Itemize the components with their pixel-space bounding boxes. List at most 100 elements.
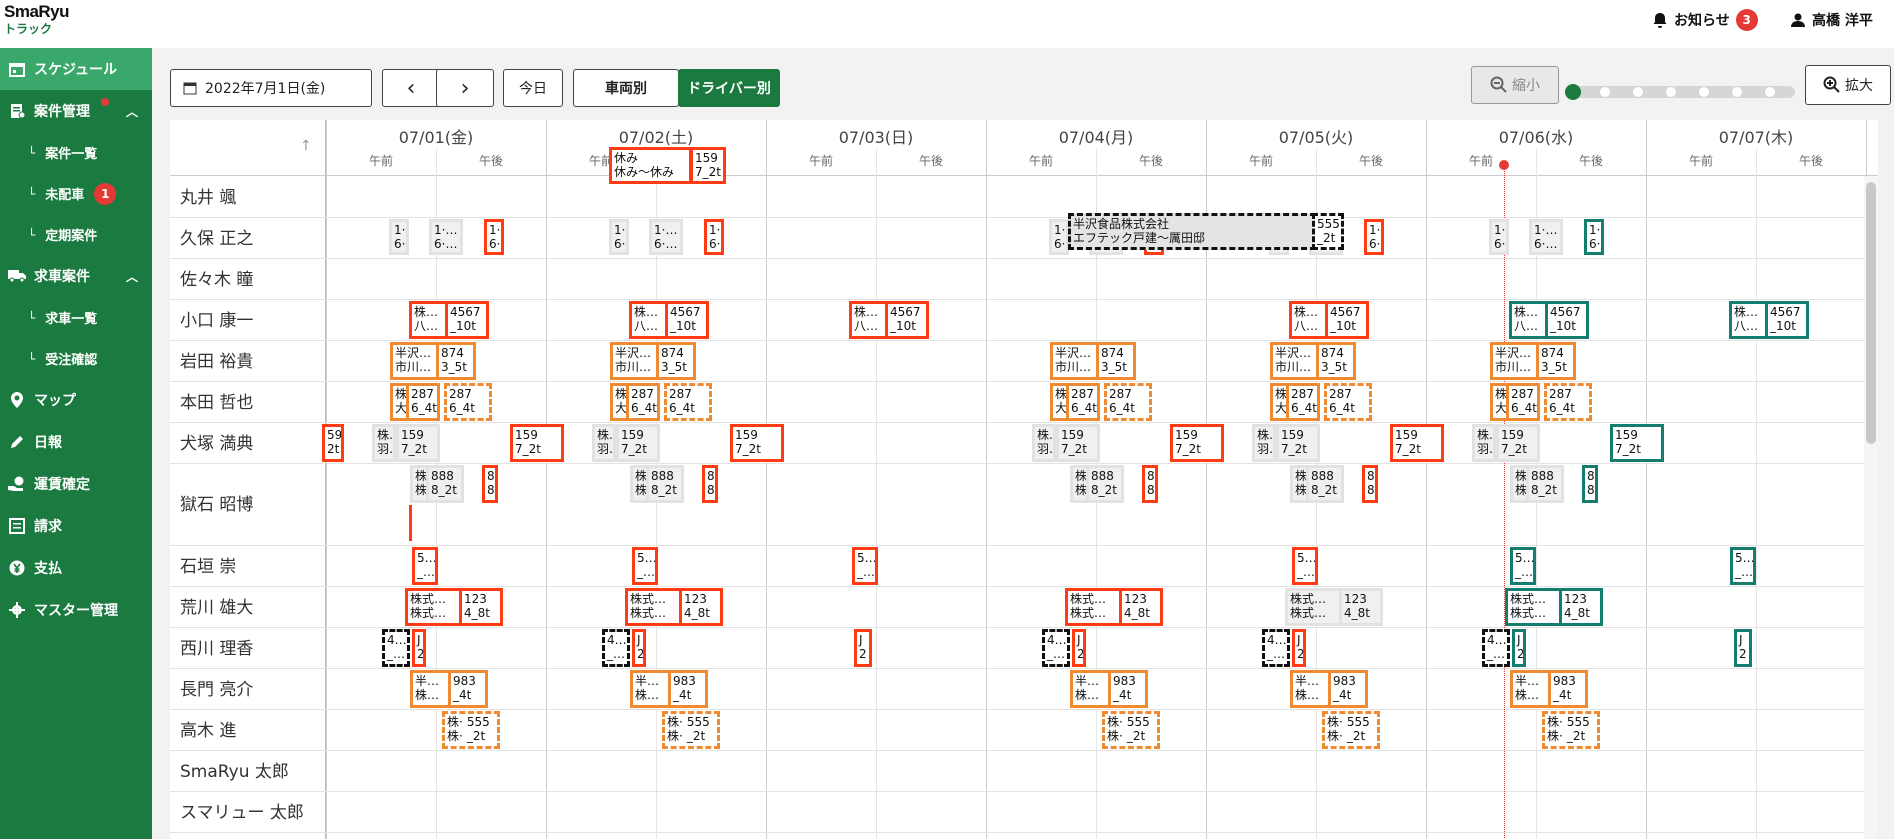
event-block[interactable]: 株…羽… [1472,424,1496,462]
event-block[interactable]: 159 7_2t [730,424,784,462]
event-block[interactable]: 株…羽… [1252,424,1276,462]
event-block[interactable]: 1·6· [1489,219,1509,255]
event-block[interactable]: J2 [632,629,646,667]
event-block[interactable]: 123 4_8t [1559,588,1603,626]
event-block[interactable]: 874 3_5t [656,342,696,380]
sidebar-item-truck-request[interactable]: 求車案件 ︿ [0,255,152,297]
event-block[interactable]: 5… _… [1510,547,1536,585]
event-block[interactable]: 874 3_5t [1316,342,1356,380]
event-block[interactable]: 半… 株… [410,670,452,708]
event-block[interactable]: 287 6_4t [1324,383,1372,421]
event-block[interactable]: 5… _… [1292,547,1318,585]
by-vehicle-tab[interactable]: 車両別 [573,69,679,107]
event-block[interactable]: 888 8_2t [426,465,464,503]
event-block[interactable]: 287 6_4t [1544,383,1592,421]
event-block[interactable]: 株… 八… [849,301,889,339]
driver-name[interactable]: 久保 正之 [180,224,253,249]
event-block[interactable]: J2 [412,629,426,667]
event-block[interactable]: 159 7_2t [616,424,660,462]
event-block[interactable]: 983 _4t [448,670,488,708]
event-block[interactable]: 983 _4t [1548,670,1588,708]
event-block[interactable]: 1·…6·… [1529,219,1563,255]
notice-link[interactable]: お知らせ 3 [1652,8,1758,32]
slider-knob[interactable] [1565,84,1581,100]
event-block[interactable]: 株… 八… [1729,301,1769,339]
event-block[interactable]: 159 7_2t [1390,424,1444,462]
zoom-out-button[interactable]: 縮小 [1471,66,1559,104]
sidebar-item-map[interactable]: マップ [0,379,152,421]
sidebar-item-case-list[interactable]: └ 案件一覧 [0,132,152,173]
event-block[interactable]: 287 6_4t [626,383,660,421]
event-block[interactable]: 株式… 株式… [625,588,683,626]
driver-name[interactable]: 本田 哲也 [180,388,253,413]
event-block[interactable]: 株式… 株式… [405,588,463,626]
driver-name[interactable]: 荒川 雄大 [180,593,253,618]
today-button[interactable]: 今日 [503,69,563,107]
event-block[interactable]: J2 [1292,629,1306,667]
event-block[interactable]: 4… _… [602,629,630,667]
next-button[interactable]: › [436,69,494,107]
sidebar-item-regular-case[interactable]: └ 定期案件 [0,214,152,255]
event-block[interactable]: 287 6_4t [1104,383,1152,421]
zoom-slider[interactable] [1565,84,1795,100]
event-block[interactable]: 555 _2t [1312,213,1344,250]
event-block[interactable]: 5… _… [412,547,438,585]
event-block[interactable]: 159 7_2t [1056,424,1100,462]
event-block[interactable]: 888 8_2t [1526,465,1564,503]
event-block[interactable]: 123 4_8t [1119,588,1163,626]
event-block[interactable]: 4… _… [1262,629,1290,667]
event-block[interactable]: 半沢… 市川… [390,342,440,380]
event-block[interactable]: J2 [854,629,872,667]
event-block[interactable]: 159 7_2t [510,424,564,462]
event-block[interactable]: 123 4_8t [459,588,503,626]
event-block[interactable]: 株…羽… [592,424,616,462]
driver-name[interactable]: 佐々木 瞳 [180,265,253,290]
driver-name[interactable]: スマリュー 太郎 [180,798,304,823]
event-block[interactable]: 287 6_4t [664,383,712,421]
vertical-scrollbar[interactable] [1864,176,1878,839]
event-block[interactable]: 株…羽… [372,424,396,462]
sidebar-item-schedule[interactable]: スケジュール [0,48,152,90]
event-block[interactable]: 983 _4t [668,670,708,708]
event-block[interactable]: 287 6_4t [444,383,492,421]
event-block[interactable]: 1·6· [704,219,724,255]
prev-button[interactable]: ‹ [382,69,440,107]
sidebar-item-daily-report[interactable]: 日報 [0,421,152,463]
event-block[interactable]: 159 7_2t [1170,424,1224,462]
event-block[interactable]: 159 7_2t [1610,424,1664,462]
event-block[interactable]: 983 _4t [1328,670,1368,708]
app-logo[interactable]: SmaRyu トラック [4,2,104,44]
event-block[interactable]: 5… _… [632,547,658,585]
driver-name[interactable]: 石垣 崇 [180,552,236,577]
sidebar-item-undispatched[interactable]: └ 未配車 1 [0,173,152,214]
event-block[interactable]: 半沢… 市川… [1490,342,1540,380]
event-block[interactable]: J2 [1734,629,1752,667]
event-block[interactable]: 88 [1362,465,1378,503]
event-block[interactable]: 1·6· [1584,219,1604,255]
event-block[interactable]: 287 6_4t [406,383,440,421]
event-block[interactable]: 287 6_4t [1286,383,1320,421]
event-block[interactable]: 株… 八… [1509,301,1549,339]
event-block[interactable]: 半… 株… [1510,670,1552,708]
user-menu[interactable]: 高橋 洋平 [1790,8,1873,32]
sidebar-item-cases[interactable]: 案件管理 ︿ [0,90,152,132]
event-block[interactable]: 88 [1582,465,1598,503]
event-block[interactable]: 159 7_2t [1496,424,1540,462]
event-block[interactable]: 半沢… 市川… [610,342,660,380]
event-block[interactable]: 株· 株· 555 _2t [442,711,500,749]
event-block[interactable]: J2 [1512,629,1526,667]
event-block[interactable]: 159 7_2t [1276,424,1320,462]
event-block[interactable]: 1·6· [1364,219,1384,255]
event-block[interactable]: 1·6· [389,219,409,255]
driver-name[interactable]: 犬塚 満典 [180,429,253,454]
driver-name[interactable]: 小口 康一 [180,306,253,331]
event-block[interactable]: 株式… 株式… [1285,588,1343,626]
event-block[interactable]: 287 6_4t [1506,383,1540,421]
event-block[interactable]: 123 4_8t [679,588,723,626]
event-block[interactable]: 1·6· [1049,219,1069,255]
driver-name[interactable]: 丸井 颯 [180,183,236,208]
event-block[interactable]: 4567 _10t [445,301,489,339]
event-block[interactable]: 株…羽… [1032,424,1056,462]
event-block[interactable]: 株· 株· 555 _2t [1322,711,1380,749]
event-block[interactable]: 株式… 株式… [1505,588,1563,626]
